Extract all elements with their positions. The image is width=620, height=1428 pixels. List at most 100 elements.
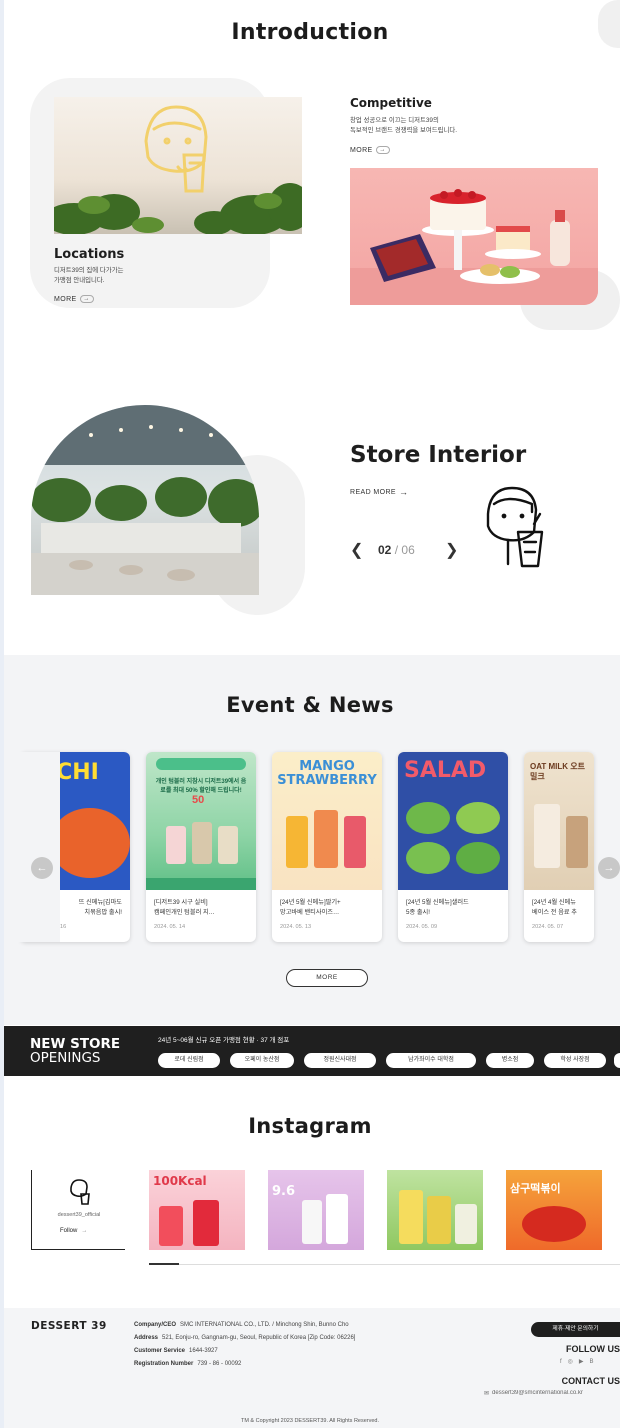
locations-heading: Locations [54,247,125,262]
event-card-title: [24년 5월 신메뉴]샐러드 5종 출시! [398,890,508,922]
event-card[interactable]: MANGO STRAWBERRY [24년 5월 신메뉴]딸기+ 망고바베 밴티… [272,752,382,942]
event-card-title: [디저트39 시구 실비] 캠페인개인 텀블러 지… [146,890,256,922]
event-card-image: OAT MILK 오트밀크 [524,752,594,890]
arrow-right-icon: → [399,487,409,497]
locations-desc-2: 가맹점 안내입니다. [54,277,105,284]
promo-fifty: 50 [192,794,205,806]
competitive-desc-1: 창업 성공으로 이끄는 디저트39의 [350,117,439,124]
slide-current: 02 [378,543,392,557]
event-card-banner: SALAD [404,758,487,783]
store-chip[interactable]: 오페이 농산점 [230,1053,294,1068]
cup [534,804,560,868]
salad-bowl [406,802,450,834]
youtube-icon[interactable]: ▶ [579,1359,590,1365]
blog-icon[interactable]: B [590,1359,600,1365]
store-chip-overflow [614,1053,620,1068]
instagram-post[interactable] [387,1170,483,1250]
cup [326,1194,348,1244]
store-interior-title: Store Interior [350,442,527,468]
arrow-right-icon: → [79,295,94,303]
service-label: Customer Service [134,1348,186,1354]
instagram-follow-button[interactable]: Follow → [60,1228,87,1234]
event-card[interactable]: OAT MILK 오트밀크 [24년 4월 신메뉴 베이스 전 음료 추 202… [524,752,594,942]
arrow-right-icon: → [81,1228,88,1234]
instagram-account: dessert39_official [57,1212,101,1218]
event-card-date: 2024. 05. 14 [154,924,186,930]
mascot-drinking-icon [486,486,544,568]
instagram-post[interactable]: 삼구떡볶이 [506,1170,602,1250]
cup [159,1206,183,1246]
event-card[interactable]: SALAD [24년 5월 신메뉴]샐러드 5종 출시! 2024. 05. 0… [398,752,508,942]
store-chip[interactable]: 남가좌이수 대학점 [386,1053,476,1068]
email-value: dessert39@smcinternational.co.kr [492,1390,583,1396]
read-more-label: READ MORE [350,488,396,496]
prev-slide-button[interactable]: ❮ [350,540,363,560]
cup [399,1190,423,1244]
event-prev-button[interactable]: ← [31,857,53,879]
company-value: SMC INTERNATIONAL CO., LTD. / Minchong S… [180,1322,349,1328]
tteokbokki-dish [522,1206,586,1242]
promo-ribbon [156,758,246,770]
footer-logo[interactable]: DESSERT 39 [31,1320,107,1332]
promo-bottom-bar [146,878,256,890]
instagram-profile-card[interactable]: dessert39_official Follow → [31,1170,125,1250]
locations-desc-1: 디저트39의 집에 다가가는 [54,267,124,274]
cup [427,1196,451,1244]
registration-value: 739 - 86 - 00092 [197,1361,242,1367]
franchise-inquiry-button[interactable]: 제휴·제안 문의하기 [531,1322,620,1337]
carousel-fade-left [0,752,60,942]
instagram-scroll-thumb[interactable] [149,1263,179,1265]
competitive-heading: Competitive [350,96,432,110]
event-card-image: 개인 텀블러 지참시 디저트39에서 음료를 최대 50% 할인해 드립니다! … [146,752,256,890]
footer-company-line: Company/CEO SMC INTERNATIONAL CO., LTD. /… [134,1319,514,1332]
mascot-avatar-icon [70,1179,90,1205]
footer-address-line: Address 521, Eonju-ro, Gangnam-gu, Seoul,… [134,1332,514,1345]
facebook-icon[interactable]: f [560,1359,568,1365]
event-card-date: 2024. 05. 07 [532,924,564,930]
slide-counter: 02 / 06 [378,543,415,557]
social-icons: f◎▶B [560,1358,620,1365]
event-more-button[interactable]: MORE [286,969,368,987]
page-edge-strip [0,0,4,1428]
address-value: 521, Eonju-ro, Gangnam-gu, Seoul, Republ… [162,1335,356,1341]
cup [314,810,338,868]
store-chip[interactable]: 정원신사대점 [304,1053,376,1068]
store-chip[interactable]: 병소점 [486,1053,534,1068]
locations-more-link[interactable]: MORE → [54,295,94,303]
event-card-title-2: 5종 출시! [406,909,430,916]
event-card-title-1: [24년 5월 신메뉴]딸기+ [280,899,341,906]
event-card-date: 2024. 05. 09 [406,924,438,930]
instagram-title: Instagram [248,1114,372,1138]
follow-us-heading: FOLLOW US [566,1344,620,1354]
footer-registration-line: Registration Number 739 - 86 - 00092 [134,1358,514,1371]
post-caption: 9.6 [272,1184,296,1199]
event-next-button[interactable]: → [598,857,620,879]
instagram-scroll-track[interactable] [149,1264,620,1265]
new-store-label-1: NEW STORE [30,1036,121,1052]
store-chip[interactable]: 로데 신림점 [158,1053,220,1068]
event-card-title-2: 망고바베 밴티사이즈… [280,909,340,916]
salad-bowl [456,802,500,834]
company-label: Company/CEO [134,1322,177,1328]
competitive-desc-2: 독보적인 브랜드 경쟁력을 보여드립니다. [350,127,458,134]
store-interior-read-more[interactable]: READ MORE → [350,487,408,497]
cup [218,826,238,864]
footer-email[interactable]: ✉ dessert39@smcinternational.co.kr [484,1390,620,1397]
event-card-banner: OAT MILK 오트밀크 [530,762,586,781]
cup [193,1200,219,1246]
event-card-banner: MANGO STRAWBERRY [277,759,377,788]
instagram-post[interactable]: 9.6 [268,1170,364,1250]
competitive-more-link[interactable]: MORE → [350,146,390,154]
post-caption: 삼구떡볶이 [510,1182,561,1195]
cup [344,816,366,868]
instagram-post[interactable]: 100Kcal [149,1170,245,1250]
next-slide-button[interactable]: ❯ [445,540,458,560]
footer-service-line: Customer Service 1644-3927 [134,1345,514,1358]
cup [286,816,308,868]
event-card-title-2: 베이스 전 음료 추 [532,909,578,916]
cup [566,816,588,868]
cup [302,1200,322,1244]
event-card[interactable]: 개인 텀블러 지참시 디저트39에서 음료를 최대 50% 할인해 드립니다! … [146,752,256,942]
instagram-icon[interactable]: ◎ [568,1359,579,1365]
store-chip[interactable]: 학성 사장점 [544,1053,606,1068]
